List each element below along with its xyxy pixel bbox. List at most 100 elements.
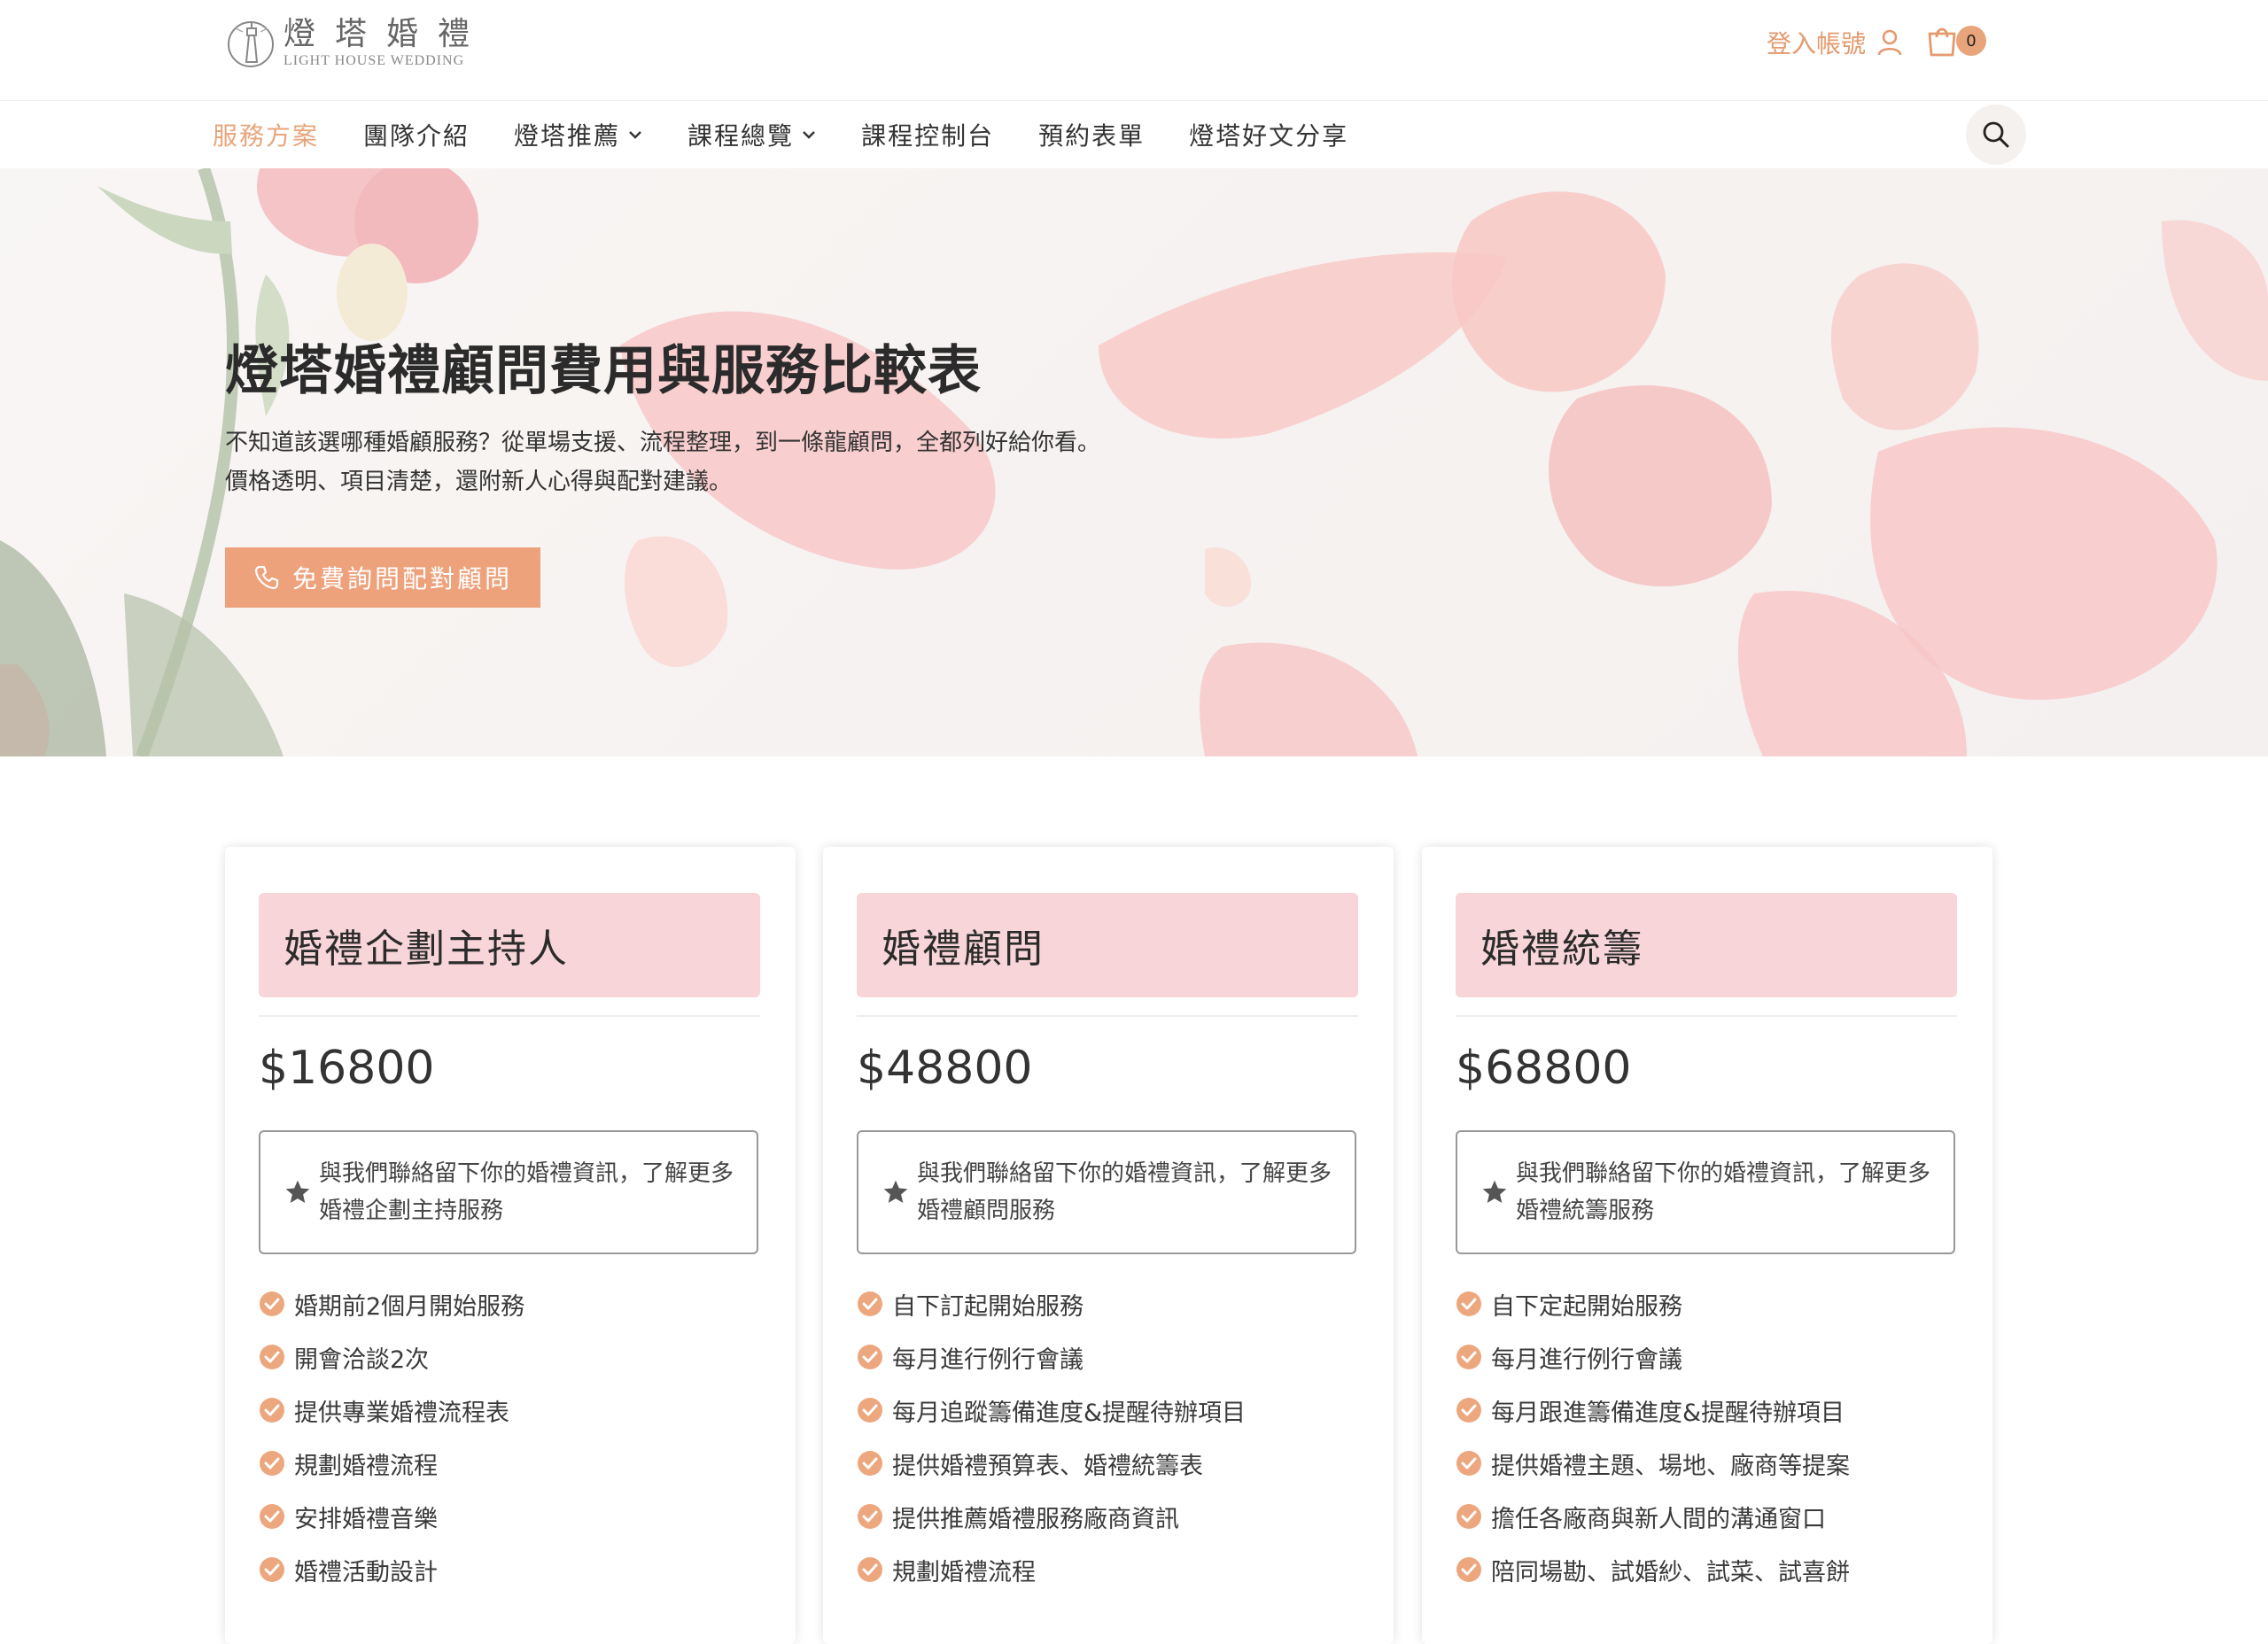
check-circle-icon — [1456, 1557, 1481, 1582]
nav-item-recommendations[interactable]: 燈塔推薦 — [514, 117, 643, 152]
plan-feature: 每月進行例行會議 — [857, 1330, 1362, 1384]
login-label: 登入帳號 — [1766, 29, 1866, 58]
nav-item-label: 課程控制台 — [861, 121, 995, 151]
check-circle-icon — [260, 1398, 284, 1423]
nav-item-course-dashboard[interactable]: 課程控制台 — [861, 117, 994, 152]
hero-banner: 燈塔婚禮顧問費用與服務比較表 不知道該選哪種婚顧服務？從單場支援、流程整理，到一… — [0, 168, 2268, 756]
plan-info-box[interactable]: 與我們聯絡留下你的婚禮資訊，了解更多婚禮顧問服務 — [857, 1130, 1356, 1254]
plan-info-text: 與我們聯絡留下你的婚禮資訊，了解更多婚禮統籌服務 — [1516, 1160, 1931, 1224]
check-circle-icon — [1456, 1451, 1481, 1476]
hero-subtitle-line-1: 不知道該選哪種婚顧服務？從單場支援、流程整理，到一條龍顧問，全都列好給你看。 — [225, 430, 1101, 456]
search-button[interactable] — [1966, 105, 2026, 165]
logo-english-text: LIGHT HOUSE WEDDING — [284, 53, 465, 68]
plan-card-header: 婚禮企劃主持人 — [259, 893, 760, 997]
plan-info-text: 與我們聯絡留下你的婚禮資訊，了解更多婚禮企劃主持服務 — [319, 1160, 734, 1224]
cta-label: 免費詢問配對顧問 — [291, 564, 512, 593]
star-icon — [883, 1180, 908, 1203]
check-circle-icon — [260, 1451, 284, 1476]
check-circle-icon — [1456, 1504, 1481, 1529]
phone-icon — [254, 565, 279, 590]
plan-title: 婚禮企劃主持人 — [284, 927, 569, 972]
plan-card-consultant: 婚禮顧問 $48800 與我們聯絡留下你的婚禮資訊，了解更多婚禮顧問服務 自下訂… — [823, 847, 1394, 1644]
nav-menu: 服務方案 團隊介紹 燈塔推薦 課程總覽 課程控制台 預約表單 燈塔好文分享 — [213, 101, 1393, 168]
check-circle-icon — [858, 1398, 882, 1423]
check-circle-icon — [858, 1557, 882, 1582]
plan-feature: 規劃婚禮流程 — [857, 1543, 1362, 1596]
plan-card-header: 婚禮統籌 — [1456, 893, 1957, 997]
check-circle-icon — [858, 1504, 882, 1529]
check-circle-icon — [260, 1557, 284, 1582]
nav-item-label: 團隊介紹 — [363, 121, 470, 151]
plan-info-box[interactable]: 與我們聯絡留下你的婚禮資訊，了解更多婚禮統籌服務 — [1456, 1130, 1955, 1254]
chevron-down-icon — [629, 131, 641, 139]
nav-item-label: 服務方案 — [213, 121, 320, 151]
plan-feature: 規劃婚禮流程 — [259, 1437, 764, 1490]
plan-feature: 開會洽談2次 — [259, 1330, 764, 1384]
cart-button[interactable]: 0 — [1924, 23, 1986, 58]
plan-card-coordinator: 婚禮統籌 $68800 與我們聯絡留下你的婚禮資訊，了解更多婚禮統籌服務 自下定… — [1422, 847, 1992, 1644]
check-circle-icon — [260, 1291, 284, 1316]
check-circle-icon — [1456, 1398, 1481, 1423]
check-circle-icon — [1456, 1345, 1481, 1369]
star-icon — [1482, 1180, 1507, 1203]
check-circle-icon — [858, 1291, 882, 1316]
plan-feature: 陪同場勘、試婚紗、試菜、試喜餅 — [1456, 1543, 1961, 1596]
plan-price: $48800 — [857, 1042, 1033, 1095]
star-icon — [285, 1180, 310, 1203]
plan-feature: 提供推薦婚禮服務廠商資訊 — [857, 1490, 1362, 1543]
divider — [1456, 1015, 1957, 1017]
top-header: 燈塔婚禮 LIGHT HOUSE WEDDING 登入帳號 0 — [0, 0, 2268, 102]
check-circle-icon — [858, 1451, 882, 1476]
plan-feature: 婚禮活動設計 — [259, 1543, 764, 1596]
plan-price: $16800 — [259, 1042, 435, 1095]
nav-item-label: 燈塔好文分享 — [1189, 121, 1349, 151]
plan-feature: 提供婚禮主題、場地、廠商等提案 — [1456, 1437, 1961, 1490]
nav-item-label: 課程總覽 — [687, 121, 795, 151]
hero-title: 燈塔婚禮顧問費用與服務比較表 — [225, 340, 982, 402]
plan-feature: 婚期前2個月開始服務 — [259, 1277, 764, 1330]
plan-feature: 安排婚禮音樂 — [259, 1490, 764, 1543]
check-circle-icon — [1456, 1291, 1481, 1316]
plan-card-mc: 婚禮企劃主持人 $16800 與我們聯絡留下你的婚禮資訊，了解更多婚禮企劃主持服… — [225, 847, 796, 1644]
hero-subtitle: 不知道該選哪種婚顧服務？從單場支援、流程整理，到一條龍顧問，全都列好給你看。 價… — [225, 423, 1100, 501]
plan-info-box[interactable]: 與我們聯絡留下你的婚禮資訊，了解更多婚禮企劃主持服務 — [259, 1130, 758, 1254]
plan-feature: 提供專業婚禮流程表 — [259, 1384, 764, 1437]
plan-feature: 每月追蹤籌備進度&提醒待辦項目 — [857, 1384, 1362, 1437]
plan-feature-list: 自下定起開始服務 每月進行例行會議 每月跟進籌備進度&提醒待辦項目 提供婚禮主題… — [1456, 1277, 1961, 1596]
plan-title: 婚禮顧問 — [882, 927, 1045, 972]
cart-count-badge: 0 — [1956, 26, 1986, 56]
plan-feature: 自下定起開始服務 — [1456, 1277, 1961, 1330]
plan-card-header: 婚禮顧問 — [857, 893, 1358, 997]
nav-item-service-plans[interactable]: 服務方案 — [213, 117, 319, 152]
main-navigation: 服務方案 團隊介紹 燈塔推薦 課程總覽 課程控制台 預約表單 燈塔好文分享 — [0, 101, 2268, 168]
plan-info-text: 與我們聯絡留下你的婚禮資訊，了解更多婚禮顧問服務 — [917, 1160, 1332, 1224]
divider — [857, 1015, 1358, 1017]
divider — [259, 1015, 760, 1017]
nav-item-team[interactable]: 團隊介紹 — [363, 117, 470, 152]
site-logo[interactable]: 燈塔婚禮 LIGHT HOUSE WEDDING — [227, 12, 489, 74]
plan-feature: 每月跟進籌備進度&提醒待辦項目 — [1456, 1384, 1961, 1437]
plan-feature-list: 婚期前2個月開始服務 開會洽談2次 提供專業婚禮流程表 規劃婚禮流程 安排婚禮音… — [259, 1277, 764, 1596]
user-icon — [1877, 29, 1902, 56]
check-circle-icon — [260, 1345, 284, 1369]
logo-chinese-text: 燈塔婚禮 — [284, 16, 490, 52]
free-consultation-button[interactable]: 免費詢問配對顧問 — [225, 547, 540, 608]
login-account-link[interactable]: 登入帳號 — [1767, 25, 1903, 60]
nav-item-articles[interactable]: 燈塔好文分享 — [1189, 117, 1348, 152]
nav-item-booking-form[interactable]: 預約表單 — [1038, 117, 1145, 152]
plan-price: $68800 — [1456, 1042, 1632, 1095]
cart-icon — [1928, 27, 1956, 57]
check-circle-icon — [260, 1504, 284, 1529]
hero-subtitle-line-2: 價格透明、項目清楚，還附新人心得與配對建議。 — [225, 469, 733, 495]
search-icon — [1983, 121, 2009, 148]
plan-title: 婚禮統籌 — [1480, 927, 1643, 972]
plan-feature-list: 自下訂起開始服務 每月進行例行會議 每月追蹤籌備進度&提醒待辦項目 提供婚禮預算… — [857, 1277, 1362, 1596]
plan-feature: 擔任各廠商與新人間的溝通窗口 — [1456, 1490, 1961, 1543]
lighthouse-logo-icon — [228, 21, 274, 67]
plan-feature: 自下訂起開始服務 — [857, 1277, 1362, 1330]
plan-feature: 每月進行例行會議 — [1456, 1330, 1961, 1384]
nav-item-label: 燈塔推薦 — [514, 121, 621, 151]
nav-item-courses[interactable]: 課程總覽 — [687, 117, 817, 152]
check-circle-icon — [858, 1345, 882, 1369]
plan-feature: 提供婚禮預算表、婚禮統籌表 — [857, 1437, 1362, 1490]
